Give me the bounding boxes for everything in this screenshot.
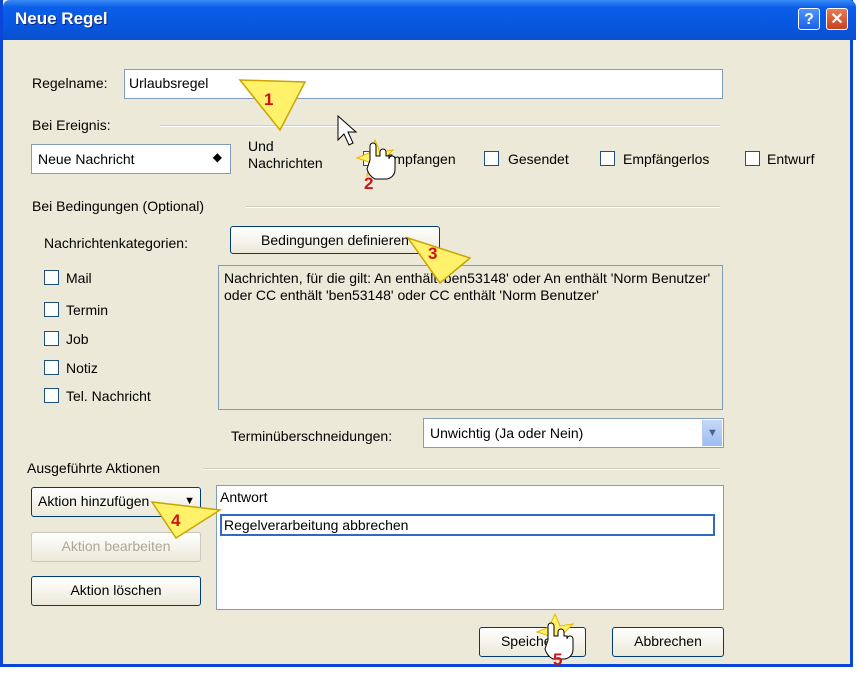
step-3-number: 3 (428, 244, 438, 263)
step-3-marker-icon (406, 236, 472, 285)
step-4-marker-icon (150, 501, 223, 540)
step-markers-overlay (150, 79, 575, 660)
mouse-pointer-icon (337, 114, 358, 146)
step-4-number: 4 (171, 511, 181, 530)
step-1-number: 1 (264, 90, 274, 109)
step-5-number: 5 (553, 650, 563, 669)
step-2-number: 2 (364, 174, 374, 193)
